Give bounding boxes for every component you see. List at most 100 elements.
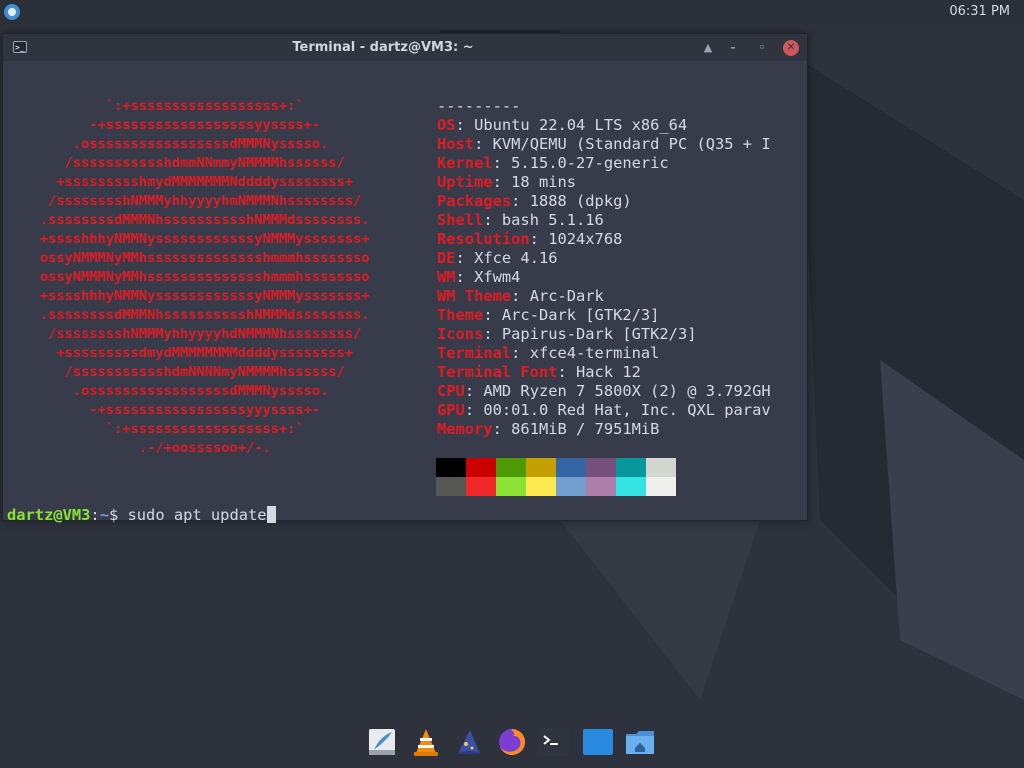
terminal-icon[interactable] [538, 726, 570, 758]
palette-swatch [586, 477, 616, 496]
info-row: Terminal: xfce4-terminal [437, 344, 660, 362]
minimize-icon[interactable]: – [725, 40, 741, 56]
info-row: Memory: 861MiB / 7951MiB [437, 420, 660, 438]
palette-swatch [556, 458, 586, 477]
prompt-path: ~ [99, 506, 109, 524]
palette-swatch [436, 458, 466, 477]
info-value: Papirus-Dark [GTK2/3] [501, 325, 697, 343]
info-key: Icons [437, 325, 484, 343]
info-value: Hack 12 [576, 363, 641, 381]
palette-swatch [646, 477, 676, 496]
info-value: 861MiB / 7951MiB [511, 420, 660, 438]
logo-line: +ssssssssshmydMMMMMMMNddddyssssssss+ [7, 174, 354, 190]
info-row: GPU: 00:01.0 Red Hat, Inc. QXL parav [437, 401, 771, 419]
info-value: KVM/QEMU (Standard PC (Q35 + I [492, 135, 771, 153]
logo-line: /sssssssshNMMMyhhyyyyhmNMMMNhssssssss/ [7, 193, 362, 209]
info-row: DE: Xfce 4.16 [437, 249, 558, 267]
logo-line: .ssssssssdMMMNhsssssssssshNMMMdssssssss. [7, 307, 370, 323]
info-value: xfce4-terminal [529, 344, 660, 362]
maximize-icon[interactable]: ◦ [754, 40, 770, 56]
logo-line: .osssssssssssssssssdMMMNysssso. [7, 136, 329, 152]
info-row: Host: KVM/QEMU (Standard PC (Q35 + I [437, 135, 771, 153]
text-cursor [266, 506, 276, 523]
info-row: Terminal Font: Hack 12 [437, 363, 641, 381]
applications-menu-icon[interactable] [4, 4, 20, 20]
info-row: Theme: Arc-Dark [GTK2/3] [437, 306, 660, 324]
info-value: 18 mins [511, 173, 577, 191]
info-key: OS [437, 116, 456, 134]
info-value: bash 5.1.16 [501, 211, 604, 229]
palette-swatch [646, 458, 676, 477]
window-icon[interactable] [582, 726, 614, 758]
info-key: Memory [437, 420, 493, 438]
info-row: CPU: AMD Ryzen 7 5800X (2) @ 3.792GH [437, 382, 771, 400]
info-row: Shell: bash 5.1.16 [437, 211, 604, 229]
close-icon[interactable]: ✕ [783, 40, 799, 56]
logo-line: ossyNMMMNyMMhsssssssssssssshmmmhssssssso [7, 250, 370, 266]
window-titlebar[interactable]: >_ Terminal - dartz@VM3: ~ ▲ – ◦ ✕ [3, 34, 807, 61]
info-key: Resolution [437, 230, 530, 248]
logo-line: /ssssssssssshdmNNNNmyNMMMMhssssss/ [7, 364, 345, 380]
info-value: Arc-Dark [529, 287, 604, 305]
logo-line: /ssssssssssshdmmNNmmyNMMMMhssssss/ [7, 155, 345, 171]
prompt-command: sudo apt update [127, 506, 267, 524]
logo-line: -+ssssssssssssssssssyyssss+- [7, 117, 321, 133]
info-value: 1888 (dpkg) [529, 192, 632, 210]
palette-swatch [496, 458, 526, 477]
prompt-colon: : [90, 506, 100, 524]
info-row: OS: Ubuntu 22.04 LTS x86_64 [437, 116, 688, 134]
palette-swatch [526, 477, 556, 496]
info-key: Kernel [437, 154, 493, 172]
info-value: Arc-Dark [GTK2/3] [501, 306, 660, 324]
info-key: WM [437, 268, 456, 286]
logo-line: +sssshhhyNMMNyssssssssssssyNMMMysssssss+ [7, 288, 370, 304]
info-value: 00:01.0 Red Hat, Inc. QXL parav [483, 401, 771, 419]
terminal-output[interactable]: `:+ssssssssssssssssss+:` -+sssssssssssss… [3, 61, 807, 520]
prompt-symbol: $ [108, 506, 128, 524]
info-row: Resolution: 1024x768 [437, 230, 623, 248]
command-prompt[interactable]: dartz@VM3:~$ sudo apt update [7, 506, 276, 524]
wizard-icon[interactable] [452, 726, 484, 758]
top-panel: 06:31 PM [0, 0, 1024, 24]
info-row: Kernel: 5.15.0-27-generic [437, 154, 669, 172]
dock [364, 726, 664, 760]
info-key: Uptime [437, 173, 493, 191]
shade-icon[interactable]: ▲ [700, 40, 716, 56]
palette-swatch [616, 477, 646, 496]
logo-line: .osssssssssssssssssdMMMNysssso. [7, 383, 329, 399]
ubuntu-ascii-logo: `:+ssssssssssssssssss+:` -+sssssssssssss… [7, 97, 370, 458]
vlc-icon[interactable] [410, 726, 442, 758]
palette-swatch [586, 458, 616, 477]
info-row: Icons: Papirus-Dark [GTK2/3] [437, 325, 697, 343]
firefox-icon[interactable] [496, 726, 528, 758]
palette-swatch [496, 477, 526, 496]
palette-swatch [436, 477, 466, 496]
palette-swatch [616, 458, 646, 477]
logo-line: ossyNMMMNyMMhsssssssssssssshmmmhssssssso [7, 269, 370, 285]
logo-line: -+sssssssssssssssssyyyssss+- [7, 402, 321, 418]
logo-line: +sssssssssdmydMMMMMMMMddddyssssssss+ [7, 345, 354, 361]
info-key: Shell [437, 211, 484, 229]
info-key: GPU [437, 401, 465, 419]
info-value: AMD Ryzen 7 5800X (2) @ 3.792GH [483, 382, 771, 400]
info-value: Xfce 4.16 [474, 249, 558, 267]
panel-clock[interactable]: 06:31 PM [949, 4, 1010, 19]
info-key: Packages [437, 192, 512, 210]
info-key: Terminal [437, 344, 512, 362]
info-value: 1024x768 [548, 230, 623, 248]
file-manager-icon[interactable] [624, 726, 656, 758]
palette-swatch [466, 458, 496, 477]
prompt-user-host: dartz@VM3 [7, 506, 91, 524]
terminal-window[interactable]: >_ Terminal - dartz@VM3: ~ ▲ – ◦ ✕ `:+ss… [2, 33, 808, 524]
logo-line: `:+ssssssssssssssssss+:` [7, 98, 304, 114]
text-editor-icon[interactable] [366, 726, 398, 758]
info-key: Theme [437, 306, 484, 324]
info-key: DE [437, 249, 456, 267]
info-value: Ubuntu 22.04 LTS x86_64 [474, 116, 688, 134]
palette-swatch [466, 477, 496, 496]
info-key: Host [437, 135, 475, 153]
color-palette [436, 458, 678, 496]
info-key: CPU [437, 382, 465, 400]
info-row: WM Theme: Arc-Dark [437, 287, 604, 305]
info-key: Terminal Font [437, 363, 558, 381]
